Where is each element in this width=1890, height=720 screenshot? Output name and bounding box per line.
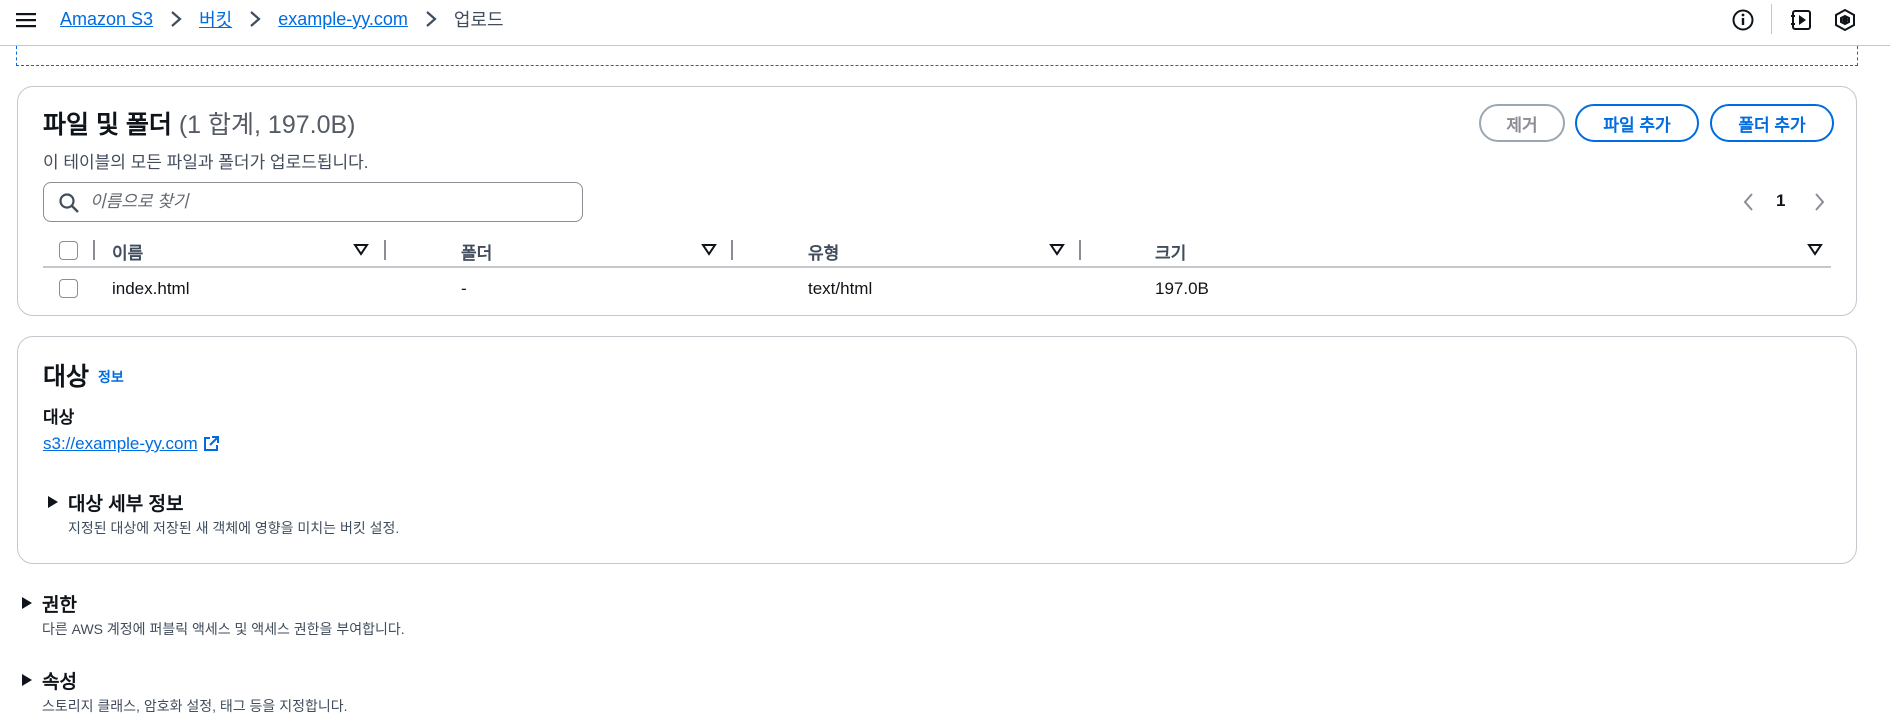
caret-right-icon[interactable] [21,596,33,610]
file-drop-zone[interactable] [16,46,1858,66]
permissions-title[interactable]: 권한 [42,590,77,617]
search-input[interactable] [90,187,570,217]
chevron-right-icon[interactable] [1808,191,1830,213]
search-box [43,182,583,222]
column-divider [731,240,733,260]
destination-url-link[interactable]: s3://example-yy.com [43,434,220,454]
breadcrumb-current-page: 업로드 [453,10,504,30]
caret-right-icon[interactable] [47,495,59,509]
column-header-folder[interactable]: 폴더 [461,239,492,264]
select-all-checkbox[interactable] [59,241,78,260]
cell-file-name: index.html [112,279,190,298]
info-link[interactable]: 정보 [98,367,124,387]
chevron-right-icon [171,11,182,27]
column-divider [384,240,386,260]
column-header-name[interactable]: 이름 [112,239,143,264]
cell-type: text/html [808,279,873,298]
files-panel-description: 이 테이블의 모든 파일과 폴더가 업로드됩니다. [43,153,369,172]
column-header-size[interactable]: 크기 [1155,239,1186,264]
destination-panel-title: 대상 [43,363,90,391]
table-header: 이름 폴더 유형 크기 [43,232,1831,268]
top-navigation-bar: Amazon S3 버킷 example-yy.com 업로드 [0,0,1890,46]
caret-right-icon[interactable] [21,673,33,687]
destination-details-title[interactable]: 대상 세부 정보 [68,489,183,516]
sort-caret-icon[interactable] [1049,242,1065,258]
row-select-checkbox[interactable] [59,279,78,298]
destination-panel: 대상 정보 대상 s3://example-yy.com 대상 세부 정보 지정… [17,336,1857,564]
permissions-description: 다른 AWS 계정에 퍼블릭 액세스 및 액세스 권한을 부여합니다. [42,621,405,637]
table-row[interactable]: index.html - text/html 197.0B [43,270,1831,308]
column-header-type[interactable]: 유형 [808,239,839,264]
info-icon[interactable] [1730,7,1756,33]
properties-title[interactable]: 속성 [42,667,77,694]
remove-button[interactable]: 제거 [1479,104,1565,142]
add-folder-button[interactable]: 폴더 추가 [1710,104,1834,142]
files-count-summary: (1 합계, 197.0B) [178,111,356,139]
breadcrumb: Amazon S3 버킷 example-yy.com 업로드 [60,7,504,31]
files-title-text: 파일 및 폴더 [43,111,172,139]
toolbar-divider [1771,4,1772,34]
notifications-panel-icon[interactable] [1788,7,1814,33]
sort-caret-icon[interactable] [701,242,717,258]
chevron-right-icon [250,11,261,27]
add-file-button[interactable]: 파일 추가 [1575,104,1699,142]
files-and-folders-panel: 파일 및 폴더 (1 합계, 197.0B) 이 테이블의 모든 파일과 폴더가… [17,86,1857,316]
sort-caret-icon[interactable] [1807,242,1823,258]
hamburger-menu-icon[interactable] [15,9,37,31]
search-icon [59,193,79,213]
settings-icon[interactable] [1832,7,1858,33]
destination-details-description: 지정된 대상에 저장된 새 객체에 영향을 미치는 버킷 설정. [68,520,400,536]
column-divider [93,240,95,260]
breadcrumb-amazon-s3-link[interactable]: Amazon S3 [60,9,153,30]
destination-label: 대상 [43,408,75,427]
breadcrumb-buckets-link[interactable]: 버킷 [199,6,232,32]
cell-size: 197.0B [1155,279,1209,298]
column-divider [1079,240,1081,260]
destination-url-text[interactable]: s3://example-yy.com [43,434,198,454]
external-link-icon [203,436,219,451]
chevron-left-icon[interactable] [1738,191,1760,213]
files-panel-title: 파일 및 폴더 (1 합계, 197.0B) [43,105,356,141]
chevron-right-icon [426,11,437,27]
breadcrumb-bucket-link[interactable]: example-yy.com [278,9,408,30]
cell-folder: - [461,279,467,298]
current-page-number[interactable]: 1 [1776,191,1785,211]
properties-description: 스토리지 클래스, 암호화 설정, 태그 등을 지정합니다. [42,698,348,714]
pagination: 1 [1738,187,1838,217]
sort-caret-icon[interactable] [353,242,369,258]
